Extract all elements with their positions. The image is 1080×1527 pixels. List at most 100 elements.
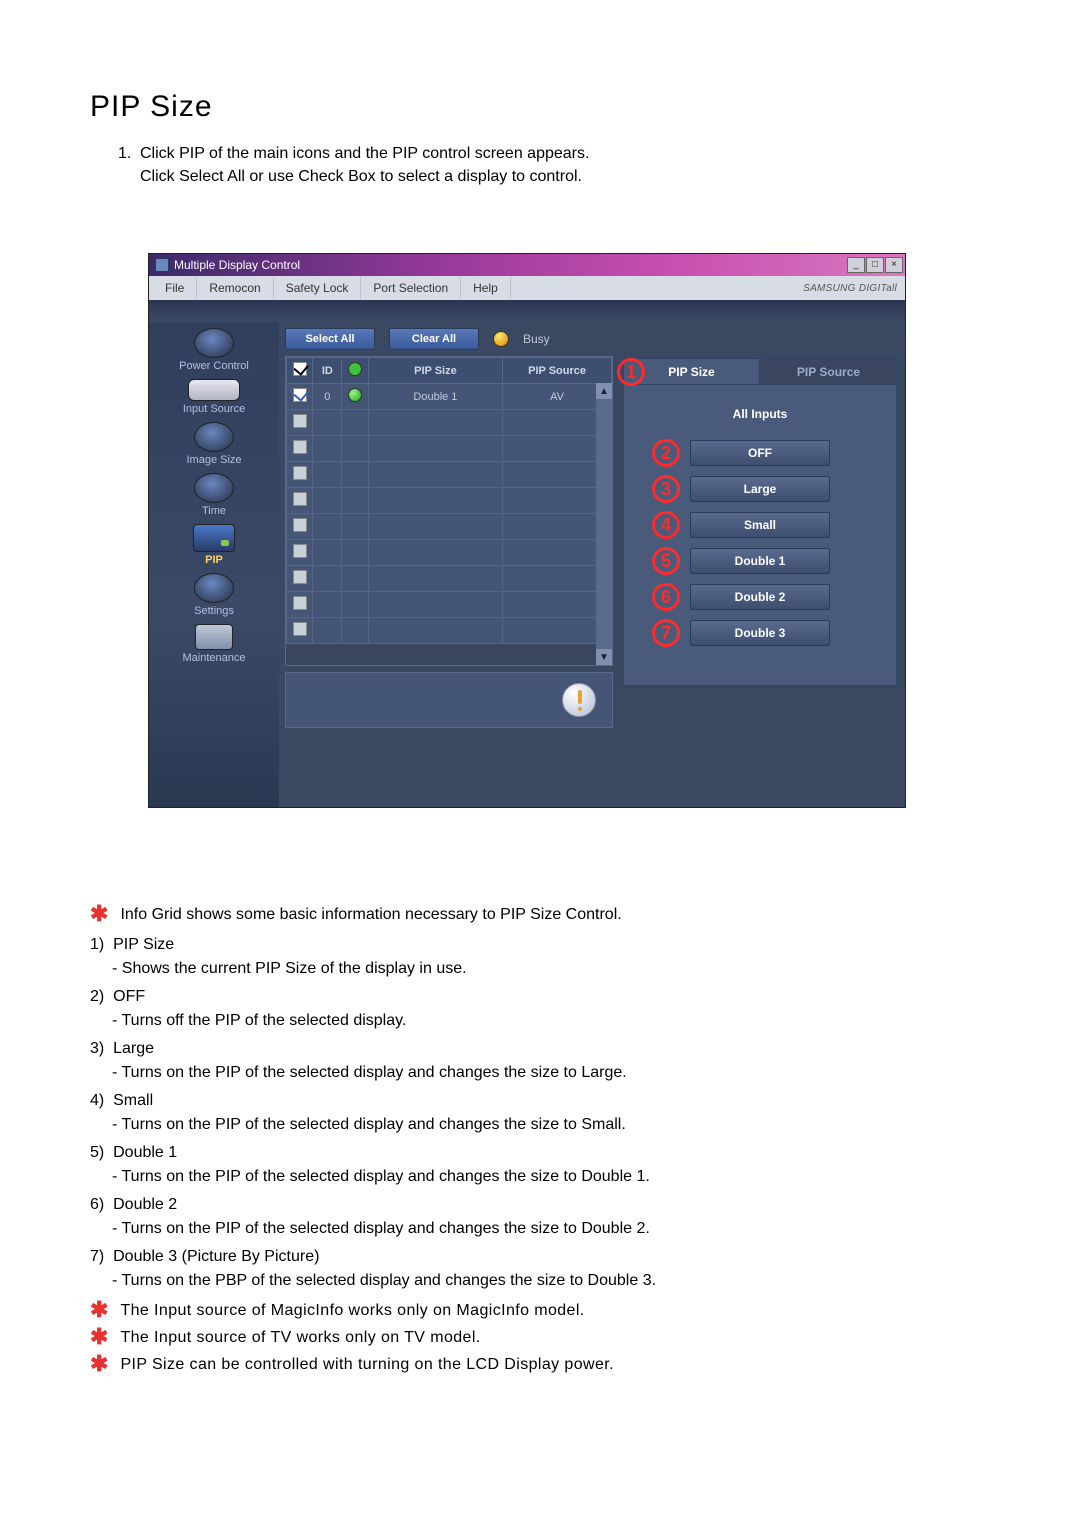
star-icon: ✱ bbox=[90, 1326, 108, 1348]
maximize-button[interactable]: □ bbox=[866, 257, 884, 273]
app-icon bbox=[155, 258, 169, 272]
select-all-button[interactable]: Select All bbox=[285, 328, 375, 350]
panel-subheader: All Inputs bbox=[644, 407, 876, 421]
menu-remocon[interactable]: Remocon bbox=[197, 277, 273, 299]
row-checkbox[interactable] bbox=[293, 492, 307, 506]
col-checkbox[interactable] bbox=[287, 358, 313, 384]
option-large[interactable]: Large bbox=[690, 476, 830, 502]
table-row[interactable] bbox=[287, 618, 612, 644]
checkbox-header-icon bbox=[293, 362, 307, 376]
warning-icon bbox=[562, 683, 596, 717]
explain-intro: Info Grid shows some basic information n… bbox=[120, 903, 621, 927]
table-row[interactable] bbox=[287, 462, 612, 488]
close-button[interactable]: × bbox=[885, 257, 903, 273]
callout-2: 2 bbox=[652, 439, 680, 467]
row-checkbox[interactable] bbox=[293, 544, 307, 558]
term: OFF bbox=[113, 988, 145, 1005]
term: Small bbox=[113, 1092, 153, 1109]
star-icon: ✱ bbox=[90, 1299, 108, 1321]
intro-line1: Click PIP of the main icons and the PIP … bbox=[140, 145, 589, 162]
sidebar-item-input-source[interactable]: Input Source bbox=[149, 379, 279, 418]
num: 6) bbox=[90, 1196, 104, 1213]
option-double1[interactable]: Double 1 bbox=[690, 548, 830, 574]
sidebar-item-label: Input Source bbox=[183, 403, 245, 415]
term: Large bbox=[113, 1040, 154, 1057]
num: 3) bbox=[90, 1040, 104, 1057]
intro: 1.Click PIP of the main icons and the PI… bbox=[118, 142, 990, 188]
num: 2) bbox=[90, 988, 104, 1005]
minimize-button[interactable]: _ bbox=[847, 257, 865, 273]
col-pip-size[interactable]: PIP Size bbox=[368, 358, 502, 384]
pip-icon bbox=[193, 524, 235, 552]
num: 1) bbox=[90, 936, 104, 953]
intro-line2: Click Select All or use Check Box to sel… bbox=[140, 165, 990, 188]
table-row[interactable] bbox=[287, 592, 612, 618]
table-row[interactable] bbox=[287, 540, 612, 566]
row-checkbox[interactable] bbox=[293, 466, 307, 480]
desc: - Turns on the PBP of the selected displ… bbox=[112, 1269, 990, 1293]
callout-3: 3 bbox=[652, 475, 680, 503]
callout-7: 7 bbox=[652, 619, 680, 647]
intro-number: 1. bbox=[118, 142, 140, 165]
option-double2[interactable]: Double 2 bbox=[690, 584, 830, 610]
info-grid: ID PIP Size PIP Source 0 Double 1 AV bbox=[285, 356, 613, 666]
sidebar-item-label: Time bbox=[202, 505, 226, 517]
sidebar-item-image-size[interactable]: Image Size bbox=[149, 422, 279, 469]
note-2: The Input source of TV works only on TV … bbox=[120, 1326, 480, 1350]
option-small[interactable]: Small bbox=[690, 512, 830, 538]
callout-4: 4 bbox=[652, 511, 680, 539]
num: 4) bbox=[90, 1092, 104, 1109]
term: Double 3 (Picture By Picture) bbox=[113, 1248, 319, 1265]
row-checkbox[interactable] bbox=[293, 570, 307, 584]
sidebar-item-label: Maintenance bbox=[183, 652, 246, 664]
sidebar-item-time[interactable]: Time bbox=[149, 473, 279, 520]
settings-icon bbox=[194, 573, 234, 603]
table-row[interactable] bbox=[287, 436, 612, 462]
brand-label: SAMSUNG DIGITall bbox=[803, 283, 897, 294]
num: 5) bbox=[90, 1144, 104, 1161]
sidebar-item-settings[interactable]: Settings bbox=[149, 573, 279, 620]
note-1: The Input source of MagicInfo works only… bbox=[120, 1299, 584, 1323]
menu-port-selection[interactable]: Port Selection bbox=[361, 277, 461, 299]
scrollbar[interactable]: ▲ ▼ bbox=[596, 383, 612, 665]
row-pip-size: Double 1 bbox=[368, 384, 502, 410]
scroll-up-icon[interactable]: ▲ bbox=[596, 383, 612, 399]
menu-file[interactable]: File bbox=[153, 277, 197, 299]
menu-help[interactable]: Help bbox=[461, 277, 511, 299]
sidebar-item-power-control[interactable]: Power Control bbox=[149, 328, 279, 375]
desc: - Shows the current PIP Size of the disp… bbox=[112, 957, 990, 981]
scroll-down-icon[interactable]: ▼ bbox=[596, 649, 612, 665]
row-status-dot-icon bbox=[348, 388, 362, 402]
table-row[interactable] bbox=[287, 514, 612, 540]
clear-all-button[interactable]: Clear All bbox=[389, 328, 479, 350]
callout-6: 6 bbox=[652, 583, 680, 611]
power-icon bbox=[194, 328, 234, 358]
sidebar-item-label: Power Control bbox=[179, 360, 249, 372]
row-checkbox[interactable] bbox=[293, 596, 307, 610]
table-row[interactable]: 0 Double 1 AV bbox=[287, 384, 612, 410]
clock-icon bbox=[194, 473, 234, 503]
sidebar-item-pip[interactable]: PIP bbox=[149, 524, 279, 569]
page-title: PIP Size bbox=[90, 90, 990, 124]
menu-safety-lock[interactable]: Safety Lock bbox=[274, 277, 362, 299]
col-status[interactable] bbox=[342, 358, 368, 384]
row-checkbox[interactable] bbox=[293, 414, 307, 428]
row-checkbox[interactable] bbox=[293, 388, 307, 402]
status-dot-icon bbox=[493, 331, 509, 347]
col-id[interactable]: ID bbox=[313, 358, 342, 384]
sidebar-item-maintenance[interactable]: Maintenance bbox=[149, 624, 279, 667]
right-panel: All Inputs 2 OFF 3 Large 4 Small bbox=[623, 384, 897, 686]
row-checkbox[interactable] bbox=[293, 622, 307, 636]
desc: - Turns on the PIP of the selected displ… bbox=[112, 1061, 990, 1085]
option-double3[interactable]: Double 3 bbox=[690, 620, 830, 646]
row-checkbox[interactable] bbox=[293, 440, 307, 454]
remote-icon bbox=[188, 379, 240, 401]
option-off[interactable]: OFF bbox=[690, 440, 830, 466]
col-pip-source[interactable]: PIP Source bbox=[503, 358, 612, 384]
note-3: PIP Size can be controlled with turning … bbox=[120, 1353, 614, 1377]
table-row[interactable] bbox=[287, 488, 612, 514]
table-row[interactable] bbox=[287, 410, 612, 436]
table-row[interactable] bbox=[287, 566, 612, 592]
row-checkbox[interactable] bbox=[293, 518, 307, 532]
tab-pip-source[interactable]: PIP Source bbox=[760, 358, 897, 384]
